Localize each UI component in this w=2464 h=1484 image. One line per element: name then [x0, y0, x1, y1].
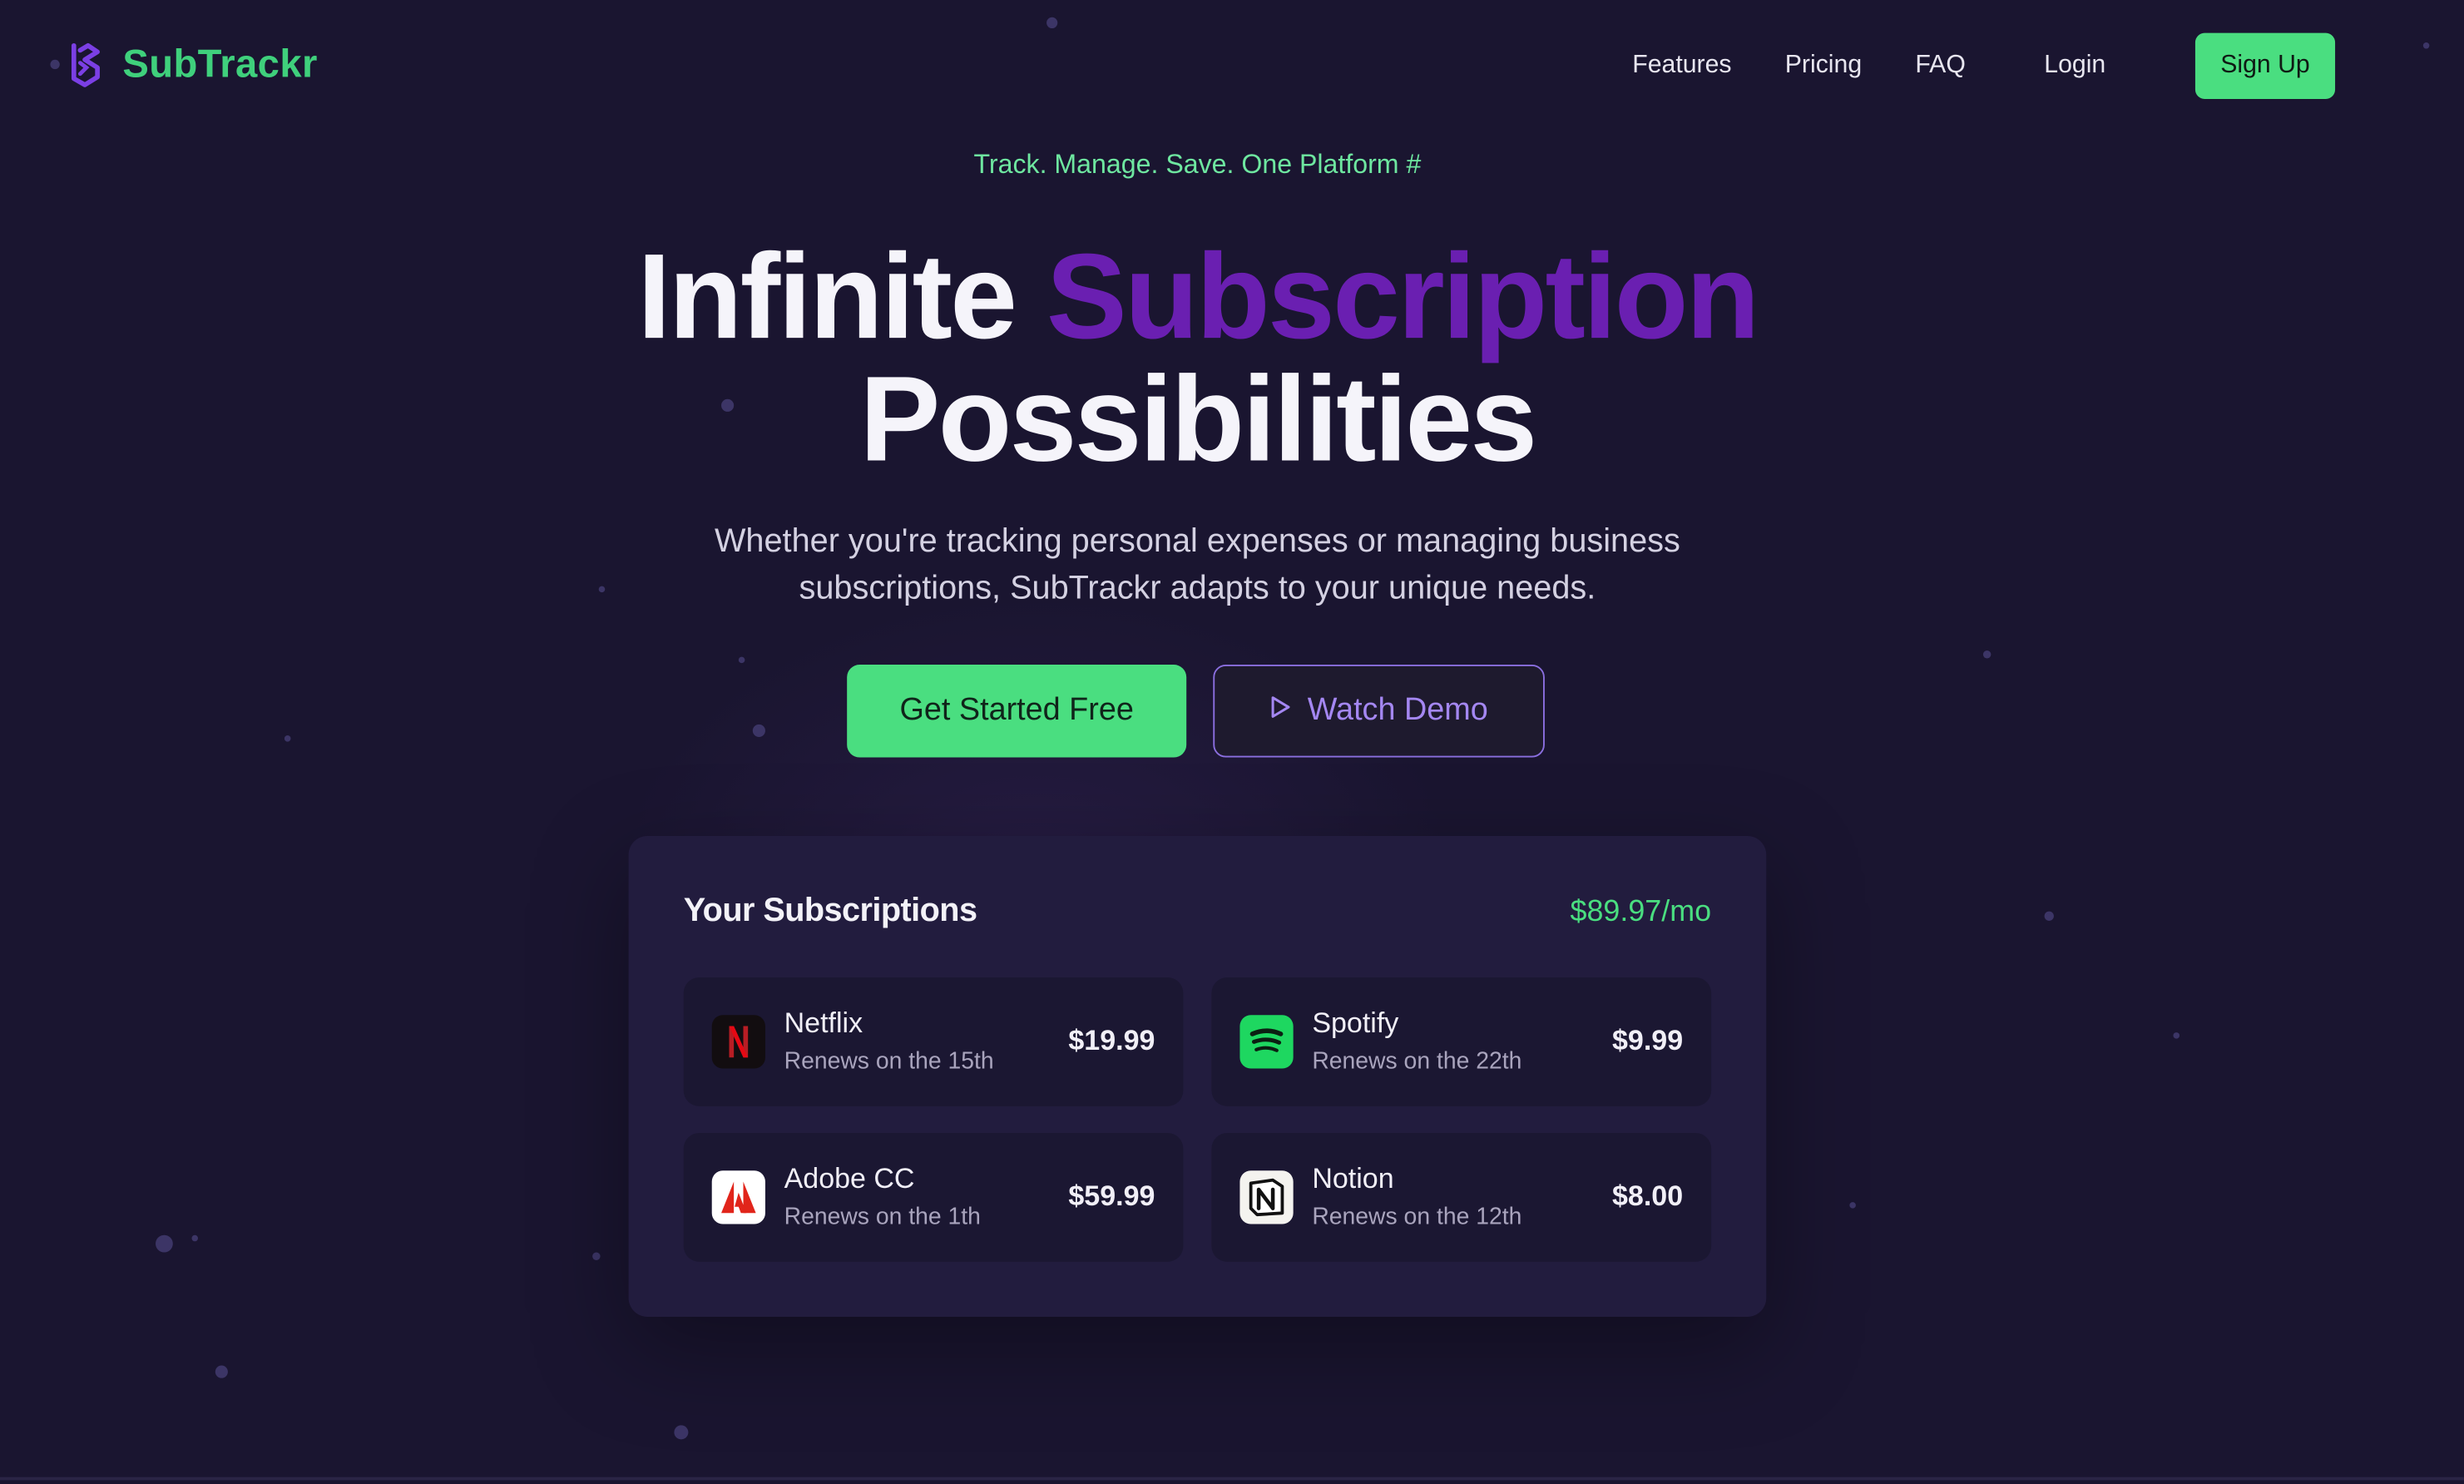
subscriptions-card: Your Subscriptions $89.97/mo Netflix Ren… — [628, 835, 1767, 1317]
subscription-renewal: Renews on the 1th — [784, 1203, 981, 1231]
subtrackr-logo-icon — [66, 41, 106, 88]
decor-dot — [284, 735, 291, 742]
adobe-icon — [711, 1170, 765, 1224]
nav-link-pricing[interactable]: Pricing — [1785, 52, 1862, 80]
subscription-renewal: Renews on the 15th — [784, 1047, 994, 1076]
subscription-item-notion[interactable]: Notion Renews on the 12th $8.00 — [1211, 1132, 1712, 1262]
subscription-name: Netflix — [784, 1007, 863, 1039]
subscription-price: $59.99 — [1068, 1180, 1155, 1212]
spotify-icon — [1239, 1015, 1294, 1069]
subscription-name: Spotify — [1312, 1007, 1399, 1039]
subscription-price: $8.00 — [1612, 1180, 1684, 1212]
subscription-item-spotify[interactable]: Spotify Renews on the 22th $9.99 — [1211, 977, 1712, 1106]
netflix-icon — [711, 1015, 765, 1069]
hero-subtext: Whether you're tracking personal expense… — [0, 518, 2395, 612]
hero-subtext-line-2: subscriptions, SubTrackr adapts to your … — [799, 570, 1596, 607]
decor-dot — [1982, 650, 1991, 659]
landing-page: SubTrackr Features Pricing FAQ Login Sig… — [0, 0, 2464, 1484]
decor-dot — [2173, 1032, 2180, 1039]
subscriptions-total: $89.97/mo — [1570, 895, 1712, 929]
sign-up-button[interactable]: Sign Up — [2194, 32, 2336, 100]
decor-dot — [1849, 1202, 1856, 1209]
subscription-item-netflix[interactable]: Netflix Renews on the 15th $19.99 — [683, 977, 1184, 1106]
headline-part-2: Possibilities — [859, 352, 1537, 487]
decor-dot — [50, 59, 60, 70]
decor-dot — [191, 1234, 199, 1242]
hero-tagline: Track. Manage. Save. One Platform # — [973, 149, 1422, 180]
nav-link-features[interactable]: Features — [1632, 52, 1731, 80]
subscription-item-adobe-cc[interactable]: Adobe CC Renews on the 1th $59.99 — [683, 1132, 1184, 1262]
hero-subtext-line-1: Whether you're tracking personal expense… — [714, 523, 1680, 560]
get-started-button[interactable]: Get Started Free — [847, 665, 1187, 758]
decor-dot — [215, 1365, 228, 1378]
subscription-renewal: Renews on the 22th — [1312, 1047, 1522, 1076]
subscription-name: Notion — [1312, 1162, 1394, 1195]
subscription-price: $9.99 — [1612, 1024, 1684, 1056]
decor-dot — [2422, 42, 2430, 49]
watch-demo-button[interactable]: Watch Demo — [1213, 665, 1545, 758]
subscription-renewal: Renews on the 12th — [1312, 1203, 1522, 1231]
hero-cta-row: Get Started Free Watch Demo — [847, 665, 1545, 758]
hero-headline: Infinite Subscription Possibilities — [0, 235, 2395, 481]
notion-icon — [1239, 1170, 1294, 1224]
nav-link-faq[interactable]: FAQ — [1915, 52, 1965, 80]
brand-name: SubTrackr — [122, 42, 318, 86]
headline-accent: Subscription — [1046, 229, 1760, 365]
play-icon — [1269, 693, 1291, 729]
bottom-divider — [0, 1477, 2464, 1481]
headline-part-1: Infinite — [637, 229, 1017, 365]
top-nav: Features Pricing FAQ Login Sign Up — [1579, 32, 2336, 100]
decor-dot — [674, 1425, 689, 1440]
decor-dot — [592, 1252, 601, 1260]
watch-demo-label: Watch Demo — [1307, 693, 1488, 728]
subscriptions-title: Your Subscriptions — [683, 892, 977, 929]
login-link[interactable]: Login — [2044, 52, 2105, 80]
brand-logo[interactable]: SubTrackr — [66, 41, 317, 88]
decor-dot — [2044, 911, 2054, 921]
decor-dot — [738, 656, 745, 664]
subscription-price: $19.99 — [1068, 1024, 1155, 1056]
decor-dot — [752, 724, 765, 737]
decor-dot — [1046, 17, 1058, 29]
subscription-name: Adobe CC — [784, 1162, 915, 1195]
decor-dot — [156, 1234, 173, 1253]
